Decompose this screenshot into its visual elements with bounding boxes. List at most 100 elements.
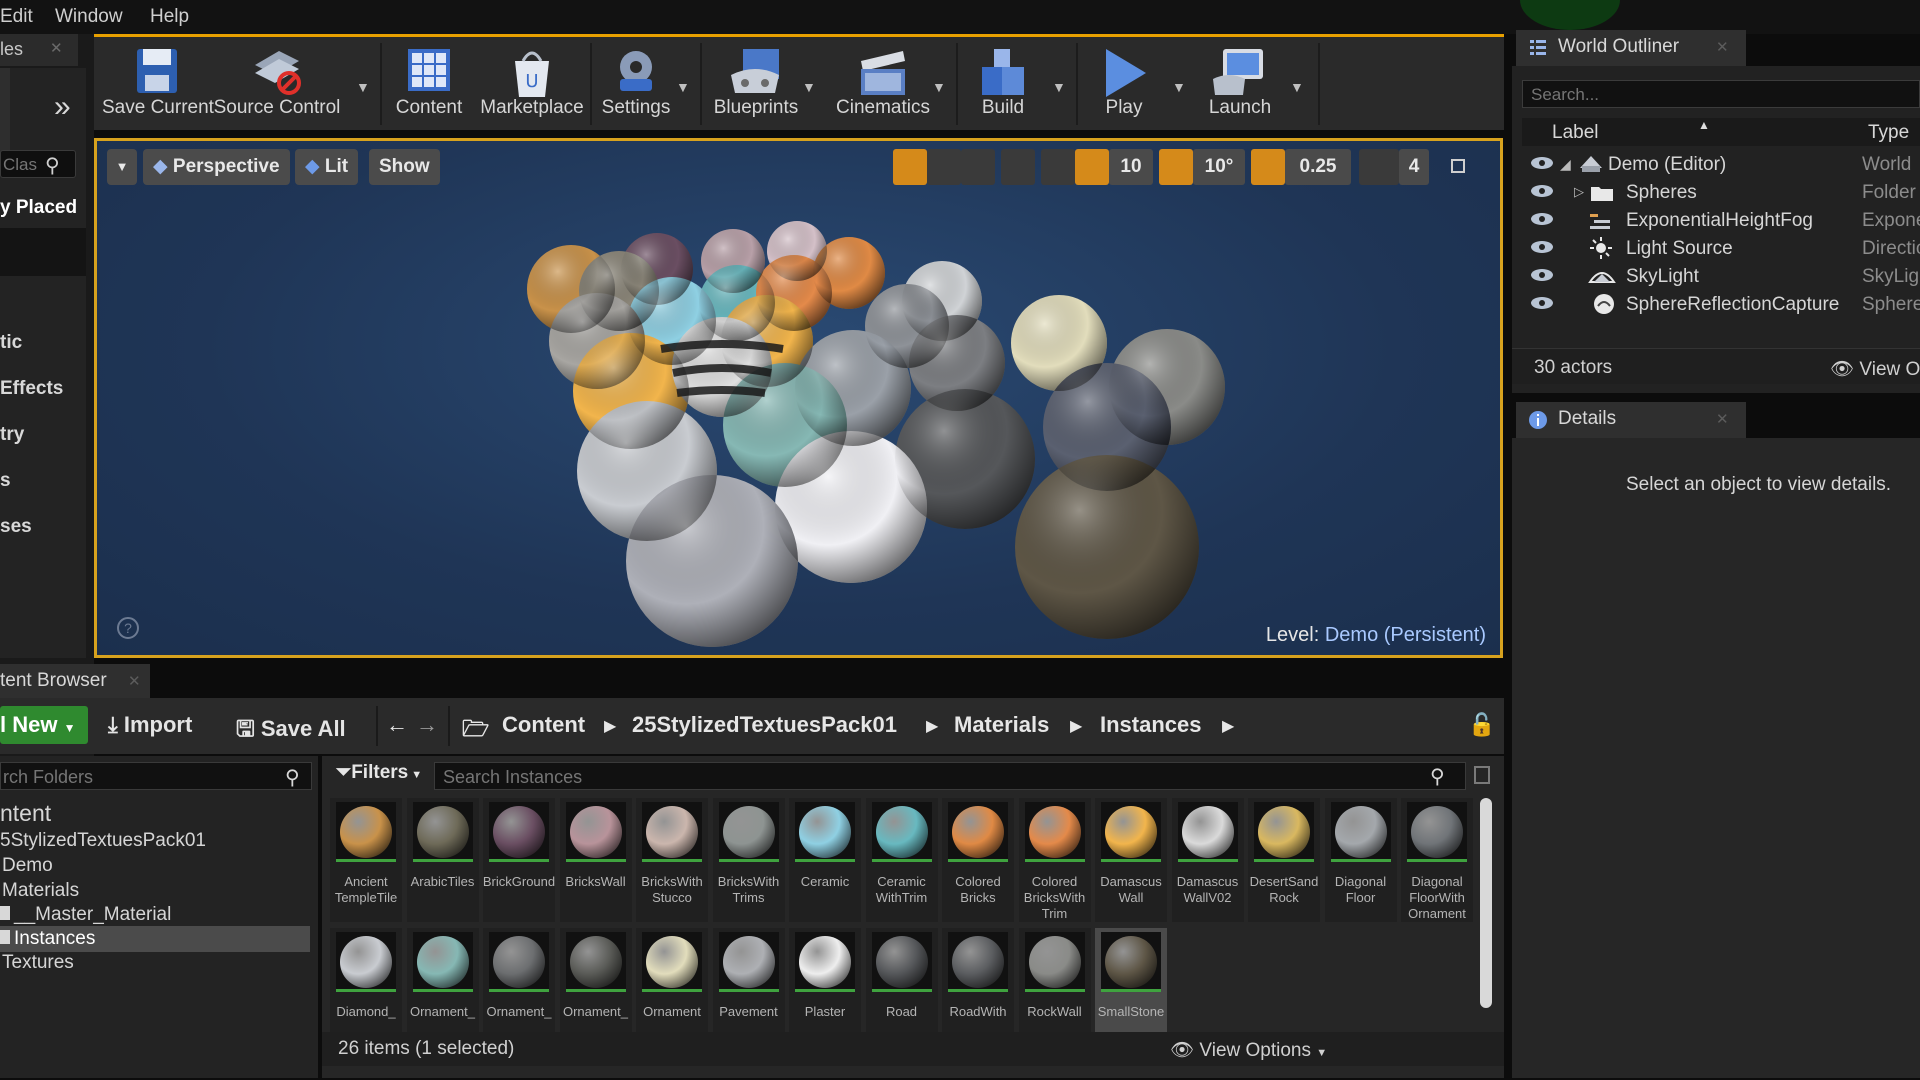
- asset-tile[interactable]: Diagonal Floor: [1324, 798, 1397, 922]
- outliner-view-options-button[interactable]: 👁 View Op: [1830, 357, 1920, 381]
- asset-tile[interactable]: Ceramic: [789, 798, 861, 922]
- asset-tile[interactable]: DesertSand Rock: [1248, 798, 1320, 922]
- category-geometry[interactable]: try: [0, 424, 24, 446]
- column-label-header[interactable]: Label: [1552, 122, 1599, 144]
- asset-tile[interactable]: BrickGround: [483, 798, 555, 922]
- build-button[interactable]: Build: [960, 37, 1046, 129]
- breadcrumb-arrow-icon[interactable]: ▶: [604, 716, 616, 736]
- category-all-classes[interactable]: ses: [0, 516, 32, 538]
- outliner-search-input[interactable]: [1531, 85, 1891, 105]
- modes-tab[interactable]: les ✕: [0, 34, 78, 66]
- settings-button[interactable]: Settings: [594, 37, 678, 129]
- launch-button[interactable]: Launch: [1194, 37, 1286, 129]
- tree-item-content[interactable]: ntent: [0, 800, 51, 827]
- visibility-eye-icon[interactable]: [1530, 268, 1554, 282]
- breadcrumb-instances[interactable]: Instances: [1100, 712, 1202, 738]
- camera-speed-icon[interactable]: [1359, 149, 1399, 185]
- menu-edit[interactable]: Edit: [0, 6, 33, 28]
- menu-help[interactable]: Help: [150, 6, 189, 28]
- chevron-down-icon[interactable]: ▼: [676, 79, 690, 95]
- outliner-search-box[interactable]: [1522, 80, 1920, 108]
- save-search-icon[interactable]: [1474, 766, 1490, 784]
- search-icon[interactable]: ⚲: [1430, 764, 1445, 789]
- camera-speed-value[interactable]: 4: [1399, 149, 1429, 185]
- expand-arrow-icon[interactable]: ▷: [1574, 184, 1584, 200]
- outliner-row[interactable]: Light Source Directic: [1522, 234, 1920, 262]
- chevron-down-icon[interactable]: ▼: [932, 79, 946, 95]
- rotate-tool-icon[interactable]: [927, 149, 961, 185]
- chevron-down-icon[interactable]: ▼: [1172, 79, 1186, 95]
- scale-tool-icon[interactable]: [961, 149, 995, 185]
- show-button[interactable]: Show: [369, 149, 440, 185]
- perspective-button[interactable]: ◆ Perspective: [143, 149, 290, 185]
- collapse-arrow-icon[interactable]: ◢: [1560, 156, 1571, 173]
- tree-item-instances[interactable]: Instances: [0, 928, 95, 950]
- asset-search-box[interactable]: [434, 762, 1466, 790]
- asset-tile[interactable]: Damascus WallV02: [1171, 798, 1244, 922]
- import-button[interactable]: ⤓ Import: [108, 712, 192, 738]
- search-icon[interactable]: ⚲: [285, 765, 300, 790]
- chevron-down-icon[interactable]: ▼: [1052, 79, 1066, 95]
- column-type-header[interactable]: Type: [1868, 122, 1909, 144]
- world-space-icon[interactable]: [1001, 149, 1035, 185]
- visibility-eye-icon[interactable]: [1530, 156, 1554, 170]
- chevron-down-icon[interactable]: ▼: [1290, 79, 1304, 95]
- asset-tile[interactable]: Ceramic WithTrim: [865, 798, 938, 922]
- breadcrumb-arrow-icon[interactable]: ▶: [1070, 716, 1082, 736]
- scale-snap-value[interactable]: 0.25: [1285, 149, 1351, 185]
- tree-item-materials[interactable]: Materials: [2, 880, 79, 902]
- grid-snap-icon[interactable]: [1075, 149, 1109, 185]
- category-recently-placed[interactable]: y Placed: [0, 197, 77, 219]
- back-arrow-icon[interactable]: ←: [386, 712, 408, 738]
- visibility-eye-icon[interactable]: [1530, 296, 1554, 310]
- category-volumes[interactable]: s: [0, 470, 11, 492]
- close-icon[interactable]: ✕: [50, 39, 63, 57]
- content-view-options-button[interactable]: 👁 View Options ▼: [1170, 1038, 1327, 1062]
- breadcrumb-arrow-icon[interactable]: ▶: [1222, 716, 1234, 736]
- outliner-row[interactable]: SphereReflectionCapture Sphere: [1522, 290, 1920, 318]
- asset-tile[interactable]: ArabicTiles: [406, 798, 479, 922]
- tree-item-master-material[interactable]: __Master_Material: [0, 904, 171, 926]
- close-icon[interactable]: ✕: [1716, 38, 1729, 56]
- breadcrumb-arrow-icon[interactable]: ▶: [926, 716, 938, 736]
- blueprints-button[interactable]: Blueprints: [706, 37, 806, 129]
- menu-window[interactable]: Window: [55, 6, 123, 28]
- visibility-eye-icon[interactable]: [1530, 240, 1554, 254]
- content-button[interactable]: Content: [384, 37, 474, 129]
- save-current-button[interactable]: Save Current: [102, 37, 214, 129]
- surface-snap-icon[interactable]: [1041, 149, 1075, 185]
- close-icon[interactable]: ✕: [128, 672, 141, 690]
- lit-button[interactable]: ◆ Lit: [295, 149, 359, 185]
- tab-world-outliner[interactable]: World Outliner ✕: [1516, 30, 1746, 66]
- translate-tool-icon[interactable]: [893, 149, 927, 185]
- visibility-eye-icon[interactable]: [1530, 184, 1554, 198]
- marketplace-button[interactable]: U Marketplace: [476, 37, 588, 129]
- play-button[interactable]: Play: [1082, 37, 1166, 129]
- asset-tile[interactable]: BricksWith Stucco: [636, 798, 708, 922]
- scale-snap-icon[interactable]: [1251, 149, 1285, 185]
- asset-tile[interactable]: Colored BricksWith Trim: [1018, 798, 1091, 922]
- outliner-row[interactable]: ExponentialHeightFog Expone: [1522, 206, 1920, 234]
- cinematics-button[interactable]: Cinematics: [826, 37, 940, 129]
- asset-tile[interactable]: BricksWall: [559, 798, 632, 922]
- outliner-row[interactable]: SkyLight SkyLig: [1522, 262, 1920, 290]
- tab-details[interactable]: Details ✕: [1516, 402, 1746, 438]
- breadcrumb-content[interactable]: Content: [502, 712, 585, 738]
- class-search-box[interactable]: ⚲: [0, 150, 76, 178]
- rotation-snap-icon[interactable]: [1159, 149, 1193, 185]
- lock-icon[interactable]: 🔓: [1468, 712, 1495, 738]
- breadcrumb-materials[interactable]: Materials: [954, 712, 1049, 738]
- outliner-row[interactable]: ◢ Demo (Editor) World: [1522, 150, 1920, 178]
- breadcrumb-pack[interactable]: 25StylizedTextuesPack01: [632, 712, 897, 738]
- asset-tile[interactable]: Colored Bricks: [942, 798, 1014, 922]
- outliner-row[interactable]: ▷ Spheres Folder: [1522, 178, 1920, 206]
- rotation-snap-value[interactable]: 10°: [1193, 149, 1245, 185]
- asset-search-input[interactable]: [443, 767, 1403, 788]
- tab-content-browser[interactable]: tent Browser ✕: [0, 664, 150, 698]
- chevron-down-icon[interactable]: ▼: [356, 79, 370, 95]
- tree-item-pack[interactable]: 5StylizedTextuesPack01: [0, 830, 206, 852]
- category-visual-effects[interactable]: Effects: [0, 378, 63, 400]
- folder-search-box[interactable]: ⚲: [0, 762, 312, 790]
- source-control-button[interactable]: Source Control: [212, 37, 342, 129]
- folder-search-input[interactable]: [3, 767, 273, 788]
